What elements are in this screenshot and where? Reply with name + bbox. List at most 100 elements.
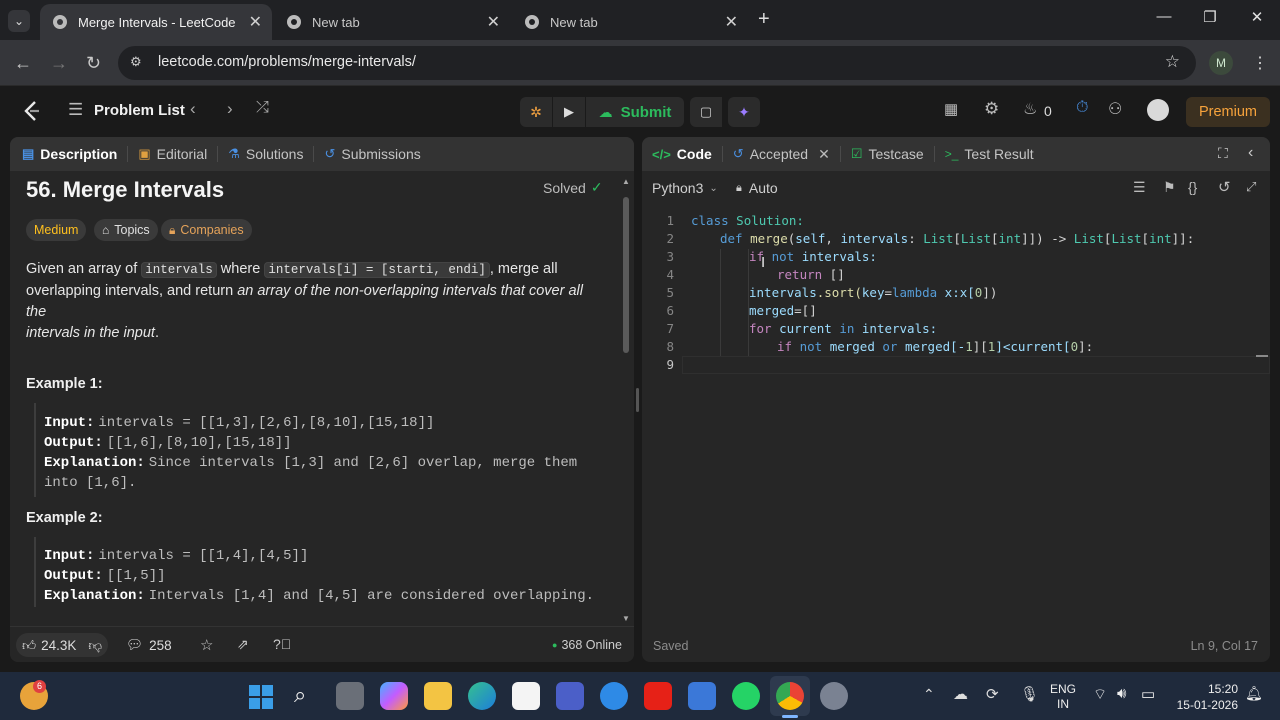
notes-button[interactable]: ▢ — [690, 97, 722, 127]
scroll-down-icon[interactable]: ▼ — [622, 614, 630, 623]
prev-problem-icon[interactable]: ‹ — [190, 99, 196, 119]
favorite-star-icon[interactable]: ☆ — [200, 636, 213, 654]
tab-test-result[interactable]: >_ Test Result — [935, 137, 1044, 171]
active-app-indicator — [782, 715, 798, 718]
companies-chip[interactable]: 🔒︎ Companies — [161, 219, 252, 241]
topics-chip[interactable]: ⌂ Topics — [94, 219, 158, 241]
help-icon[interactable]: ?⃝ — [273, 636, 291, 652]
auto-mode-toggle[interactable]: 🔒︎ Auto — [736, 180, 778, 196]
list-icon[interactable]: ☰ — [68, 100, 83, 120]
battery-icon[interactable]: ▭ — [1141, 685, 1155, 703]
fullscreen-icon[interactable]: ⤢ — [1246, 179, 1256, 195]
chrome-icon[interactable] — [776, 682, 804, 710]
clock[interactable]: 15:20 15-01-2026 — [1172, 681, 1238, 713]
forward-arrow-icon[interactable]: → — [50, 53, 68, 74]
bookmark-star-icon[interactable]: ☆ — [1165, 52, 1180, 72]
comments-button[interactable]: 💬︎ 258 — [126, 637, 172, 653]
url-omnibox[interactable]: ⚙ leetcode.com/problems/merge-intervals/… — [118, 46, 1196, 80]
settings-gear-icon[interactable]: ⚙ — [984, 99, 999, 119]
search-icon[interactable]: ⌕ — [294, 682, 306, 708]
description-scrollbar[interactable]: ▲ ▼ — [621, 177, 631, 623]
reset-icon[interactable]: ↺ — [1218, 178, 1231, 196]
collapse-icon[interactable]: ‹ — [1248, 144, 1253, 162]
code-editor[interactable]: 1 2 3 4 5 6 7 8 9 class Solution: def me… — [642, 211, 1270, 631]
layout-icon[interactable]: ▦ — [944, 100, 958, 118]
submit-button[interactable]: ☁ Submit — [586, 97, 684, 127]
language-indicator[interactable]: ENG IN — [1050, 682, 1076, 712]
tab-code[interactable]: </> Code — [642, 137, 722, 171]
site-info-icon[interactable]: ⚙ — [130, 54, 142, 70]
panel-resize-handle[interactable] — [636, 388, 639, 412]
sync-tray-icon[interactable]: ⟳ — [986, 685, 999, 703]
url-text[interactable]: leetcode.com/problems/merge-intervals/ — [158, 54, 416, 70]
tab-editorial[interactable]: ▣ Editorial — [128, 137, 217, 171]
close-tab-icon[interactable]: ✕ — [818, 146, 830, 163]
line-number: 7 — [666, 321, 674, 336]
maximize-icon[interactable]: ⛶ — [1218, 145, 1228, 162]
cloud-tray-icon[interactable]: ☁ — [953, 685, 968, 703]
profile-avatar[interactable]: M — [1209, 51, 1233, 75]
tab-testcase[interactable]: ☑ Testcase — [841, 137, 934, 171]
solved-status: Solved ✓ — [543, 179, 603, 196]
scroll-up-icon[interactable]: ▲ — [622, 177, 630, 186]
chrome-menu-icon[interactable]: ⋮ — [1252, 53, 1268, 73]
scroll-thumb[interactable] — [623, 197, 629, 353]
add-friend-icon[interactable]: ⚇ — [1108, 99, 1122, 119]
close-window-icon[interactable]: ✕ — [1234, 8, 1280, 26]
phone-link-icon[interactable] — [600, 682, 628, 710]
browser-tab-new-1[interactable]: New tab ✕ — [274, 4, 510, 40]
edge-browser-icon[interactable] — [468, 682, 496, 710]
example-2-explanation: Explanation: Intervals [1,4] and [4,5] a… — [44, 588, 594, 604]
cursor-position: Ln 9, Col 17 — [1190, 639, 1258, 653]
settings-app-icon[interactable] — [820, 682, 848, 710]
document-icon: ▤ — [22, 146, 35, 161]
streak-fire-icon[interactable]: ♨ — [1023, 99, 1037, 119]
tab-solutions[interactable]: ⚗ Solutions — [218, 137, 313, 171]
braces-icon[interactable]: {} — [1188, 179, 1197, 195]
back-arrow-icon[interactable]: ← — [14, 53, 32, 74]
teams-icon[interactable] — [556, 682, 584, 710]
thumbs-down-icon[interactable]: 👎︎ — [88, 637, 102, 654]
volume-icon[interactable]: 🔊︎ — [1117, 685, 1126, 702]
share-icon[interactable]: ⇗ — [237, 636, 249, 653]
debug-button[interactable]: ✲ — [520, 97, 552, 127]
next-problem-icon[interactable]: › — [227, 99, 233, 119]
format-icon[interactable]: ☰ — [1133, 179, 1146, 196]
minimize-icon[interactable]: — — [1141, 8, 1187, 25]
file-explorer-icon[interactable] — [424, 682, 452, 710]
windows-start-icon[interactable] — [249, 685, 273, 709]
user-avatar[interactable] — [1147, 99, 1169, 121]
run-button[interactable]: ▶ — [553, 97, 585, 127]
tab-description[interactable]: ▤ Description — [10, 137, 127, 171]
browser-tab-leetcode[interactable]: Merge Intervals - LeetCode ✕ — [40, 4, 272, 40]
browser-tab-new-2[interactable]: New tab ✕ — [512, 4, 748, 40]
wifi-icon[interactable]: ⌔ — [1093, 685, 1107, 704]
whatsapp-icon[interactable] — [732, 682, 760, 710]
leetcode-logo-icon[interactable] — [22, 100, 42, 122]
bookmark-icon[interactable]: ⚑ — [1163, 179, 1176, 196]
restore-icon[interactable]: ❐ — [1187, 8, 1233, 26]
shuffle-icon[interactable]: ⤮ — [256, 99, 269, 117]
timer-icon[interactable]: ⏱ — [1076, 99, 1088, 117]
premium-button[interactable]: Premium — [1186, 97, 1270, 127]
tab-search-button[interactable]: ⌄ — [8, 10, 30, 32]
tab-accepted[interactable]: ↺ Accepted ✕ — [723, 137, 840, 171]
new-tab-plus-icon[interactable]: + — [758, 8, 770, 31]
close-tab-icon[interactable]: ✕ — [487, 12, 500, 32]
close-tab-icon[interactable]: ✕ — [725, 12, 738, 32]
ms-store-icon[interactable] — [512, 682, 540, 710]
reload-icon[interactable]: ↻ — [86, 53, 101, 74]
ai-button[interactable]: ✦ — [728, 97, 760, 127]
tab-submissions[interactable]: ↺ Submissions — [314, 137, 430, 171]
youtube-icon[interactable] — [644, 682, 672, 710]
close-tab-icon[interactable]: ✕ — [249, 12, 262, 32]
task-view-icon[interactable] — [336, 682, 364, 710]
mail-icon[interactable] — [688, 682, 716, 710]
language-select[interactable]: Python3 ⌄ — [652, 180, 718, 196]
like-button[interactable]: 👍︎ 24.3K 👎︎ — [16, 633, 109, 657]
notification-bell-icon[interactable]: 🔔︎ — [1245, 685, 1263, 702]
problem-list-link[interactable]: Problem List — [94, 102, 185, 119]
microphone-tray-icon[interactable]: 🎙︎ — [1020, 685, 1039, 703]
tray-chevron-icon[interactable]: ⌃ — [923, 686, 935, 703]
copilot-icon[interactable] — [380, 682, 408, 710]
